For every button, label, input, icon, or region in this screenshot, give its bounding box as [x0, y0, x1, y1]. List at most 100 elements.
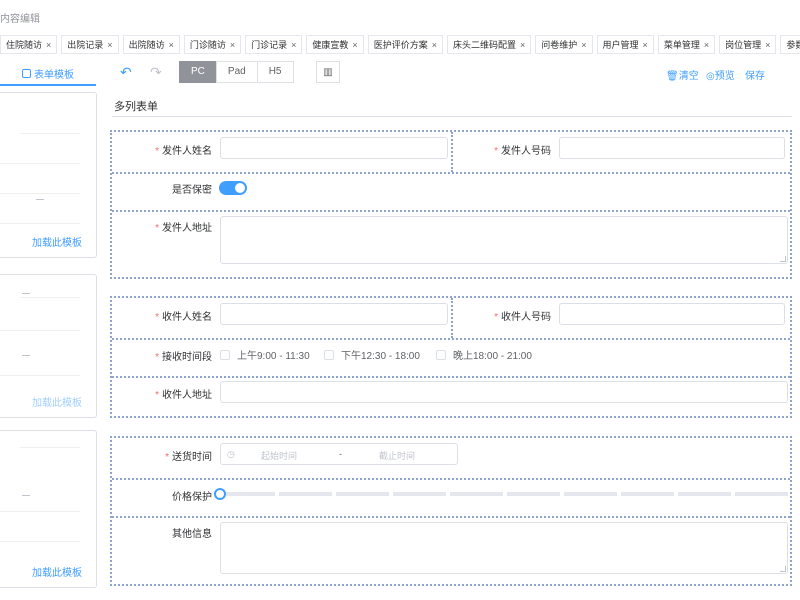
form-row: * 发件人地址 [112, 212, 790, 277]
form-row: 是否保密 [112, 174, 790, 212]
form-section-receiver[interactable]: * 收件人姓名 * 收件人号码 * 接收时间段 上午9:00 - 11:30 下午12… [110, 296, 792, 418]
sender-phone-label: * 发件人号码 [494, 146, 551, 157]
form-section-delivery[interactable]: * 送货时间 ◷ 起始时间 - 截止时间 价格保护 其他信息 [110, 436, 792, 586]
form-col[interactable]: * 收件人号码 [453, 298, 790, 338]
form-col[interactable]: * 收件人姓名 [112, 298, 453, 338]
clock-icon: ◷ [227, 449, 235, 459]
eye-icon: ◎ [706, 71, 715, 82]
sender-name-label: * 发件人姓名 [155, 146, 212, 157]
sender-address-textarea[interactable] [220, 216, 788, 264]
close-icon[interactable]: × [107, 40, 112, 50]
tab-label: 菜单管理 [663, 40, 700, 50]
other-info-label: 其他信息 [172, 529, 212, 540]
close-icon[interactable]: × [704, 40, 709, 50]
tab-label: 住院随访 [6, 40, 43, 50]
delivery-time-range[interactable]: ◷ 起始时间 - 截止时间 [220, 443, 458, 465]
form-row: * 接收时间段 上午9:00 - 11:30 下午12:30 - 18:00 晚上… [112, 340, 790, 378]
receiver-phone-label: * 收件人号码 [494, 312, 551, 323]
form-row: * 收件人地址 [112, 378, 790, 416]
receive-period-label: * 接收时间段 [155, 352, 212, 363]
sender-name-input[interactable] [220, 137, 448, 159]
close-icon[interactable]: × [432, 40, 437, 50]
close-icon[interactable]: × [520, 40, 525, 50]
tab-5[interactable]: 健康宣教 × [306, 35, 364, 54]
tab-9[interactable]: 用户管理 × [596, 35, 654, 54]
tab-label: 出院记录 [67, 40, 104, 50]
tab-0[interactable]: 住院随访 × [0, 35, 58, 54]
period-evening-checkbox[interactable]: 晚上18:00 - 21:00 [436, 347, 532, 362]
tab-11[interactable]: 岗位管理 × [719, 35, 777, 54]
tab-6[interactable]: 医护评价方案 × [367, 35, 443, 54]
load-template-button[interactable]: 加载此模板 [32, 234, 82, 249]
load-template-button[interactable]: 加载此模板 [32, 564, 82, 579]
tab-7[interactable]: 床头二维码配置 × [446, 35, 532, 54]
tab-2[interactable]: 出院随访 × [122, 35, 180, 54]
tab-label: 门诊记录 [251, 40, 288, 50]
form-col[interactable]: * 发件人号码 [453, 132, 790, 172]
template-icon [22, 68, 31, 78]
confidential-toggle[interactable] [219, 181, 247, 195]
tab-bar: 住院随访 × 出院记录 × 出院随访 × 门诊随访 × 门诊记录 × 健康宣教 × 医护评价方案 × 床头二… [0, 35, 800, 55]
form-row: * 发件人姓名 * 发件人号码 [112, 132, 790, 174]
chart-icon: ▥ [323, 66, 333, 78]
form-row: 价格保护 [112, 480, 790, 518]
save-button[interactable]: 保存 [745, 67, 765, 82]
close-icon[interactable]: × [765, 40, 770, 50]
tab-label: 出院随访 [128, 40, 165, 50]
chart-icon-button[interactable]: ▥ [316, 61, 340, 83]
sender-phone-input[interactable] [559, 137, 785, 159]
delivery-time-label: * 送货时间 [165, 452, 212, 463]
form-col[interactable]: * 发件人姓名 [112, 132, 453, 172]
start-time-placeholder[interactable]: 起始时间 [261, 449, 297, 462]
undo-icon[interactable]: ↶ [120, 64, 132, 81]
tab-1[interactable]: 出院记录 × [61, 35, 119, 54]
close-icon[interactable]: × [291, 40, 296, 50]
other-info-textarea[interactable] [220, 522, 788, 574]
close-icon[interactable]: × [46, 40, 51, 50]
device-h5-button[interactable]: H5 [256, 61, 294, 83]
sender-address-label: * 发件人地址 [155, 223, 212, 234]
receiver-name-input[interactable] [220, 303, 448, 325]
tab-label: 问卷维护 [541, 40, 578, 50]
receiver-address-input[interactable] [220, 381, 788, 403]
form-row: 其他信息 [112, 518, 790, 584]
period-afternoon-checkbox[interactable]: 下午12:30 - 18:00 [324, 347, 420, 362]
tab-label: 参数设置 [786, 40, 800, 50]
template-card[interactable]: 加载此模板 [0, 274, 97, 418]
close-icon[interactable]: × [169, 40, 174, 50]
tab-10[interactable]: 菜单管理 × [657, 35, 716, 54]
form-row: * 送货时间 ◷ 起始时间 - 截止时间 [112, 438, 790, 480]
receiver-phone-input[interactable] [559, 303, 785, 325]
device-pad-button[interactable]: Pad [215, 61, 258, 83]
close-icon[interactable]: × [643, 40, 648, 50]
tab-3[interactable]: 门诊随访 × [183, 35, 242, 54]
price-protect-slider-track[interactable] [222, 492, 788, 496]
device-pc-button[interactable]: PC [179, 61, 217, 83]
confidential-label: 是否保密 [172, 185, 212, 196]
tab-4[interactable]: 门诊记录 × [245, 35, 303, 54]
end-time-placeholder[interactable]: 截止时间 [379, 449, 415, 462]
tab-form-templates[interactable]: 表单模板 [0, 62, 96, 86]
form-section-sender[interactable]: * 发件人姓名 * 发件人号码 是否保密 * 发件人地址 [110, 130, 792, 279]
load-template-button[interactable]: 加载此模板 [32, 394, 82, 409]
tab-label: 门诊随访 [189, 40, 226, 50]
page-title: 内容编辑 [0, 14, 40, 25]
price-protect-label: 价格保护 [172, 492, 212, 503]
tab-8[interactable]: 问卷维护 × [535, 35, 593, 54]
template-card[interactable]: 加载此模板 [0, 430, 97, 588]
price-protect-slider-handle[interactable] [214, 488, 226, 500]
preview-button[interactable]: ◎预览 [706, 67, 735, 82]
clear-button[interactable]: 🗑清空 [666, 67, 699, 82]
period-morning-checkbox[interactable]: 上午9:00 - 11:30 [220, 347, 310, 362]
template-card[interactable]: 加载此模板 [0, 92, 97, 258]
tab-label: 用户管理 [602, 40, 639, 50]
tab-label: 医护评价方案 [373, 40, 428, 50]
receiver-address-label: * 收件人地址 [155, 390, 212, 401]
close-icon[interactable]: × [352, 40, 357, 50]
trash-icon: 🗑 [666, 71, 679, 82]
close-icon[interactable]: × [581, 40, 586, 50]
form-title: 多列表单 [114, 101, 158, 113]
close-icon[interactable]: × [230, 40, 235, 50]
redo-icon[interactable]: ↷ [150, 64, 162, 81]
tab-12[interactable]: 参数设置× [780, 35, 800, 54]
